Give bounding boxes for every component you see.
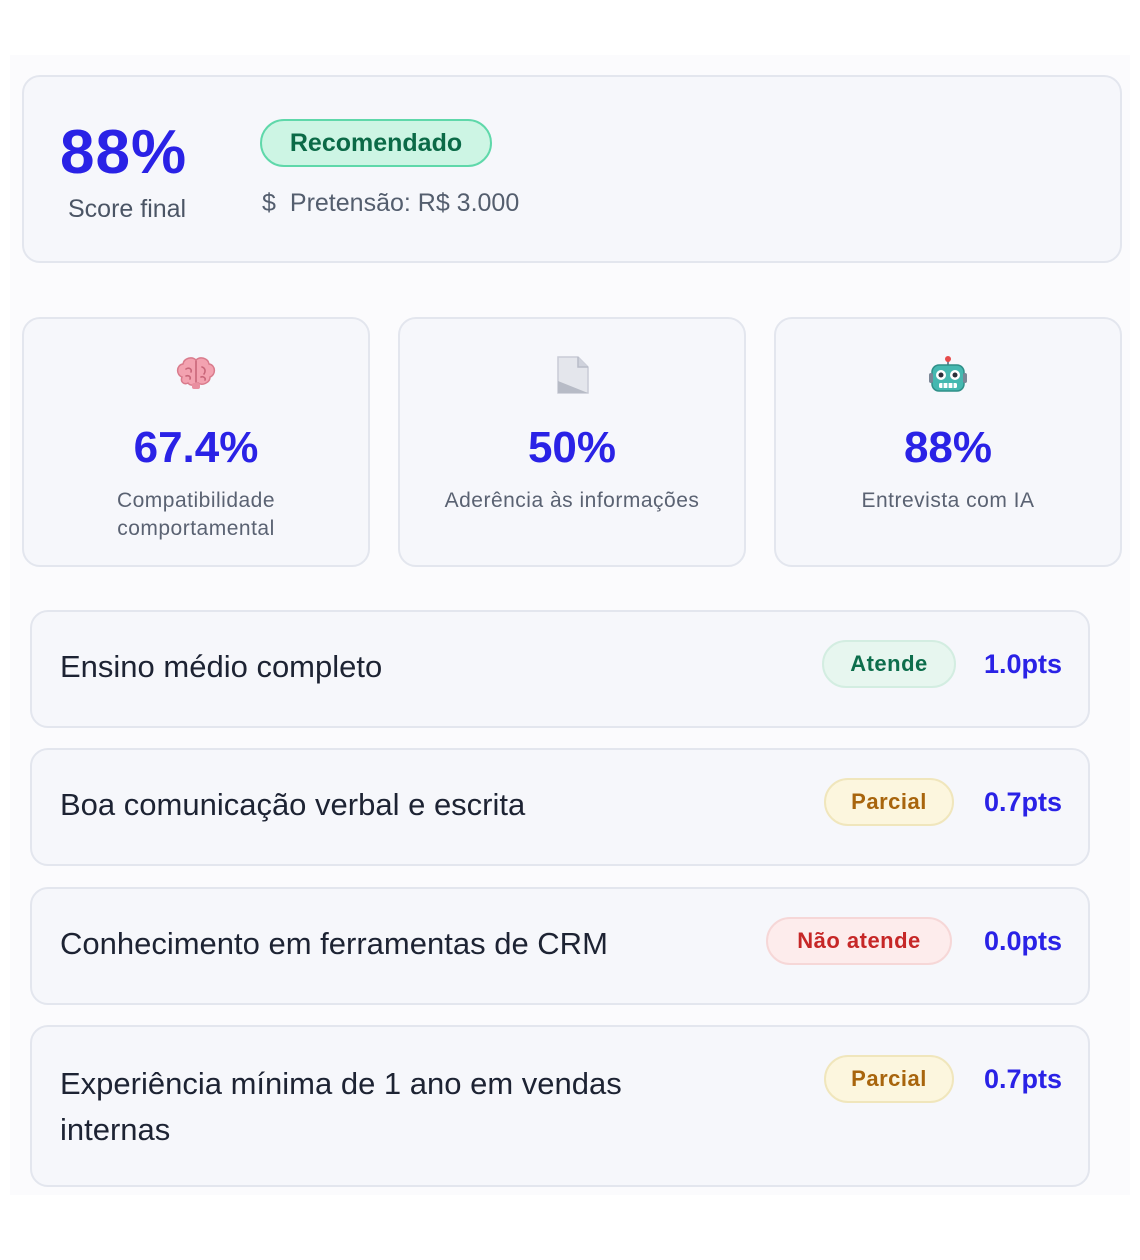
status-badge-parcial: Parcial [824, 778, 954, 826]
status-badge-parcial: Parcial [824, 1055, 954, 1103]
metric-label: Entrevista com IA [861, 489, 1035, 512]
dollar-icon: $ [262, 189, 276, 217]
metric-label: Compatibilidade comportamental [116, 489, 276, 540]
requirement-text: Experiência mínima de 1 ano em vendas in… [60, 1066, 622, 1147]
status-badge-atende: Atende [822, 640, 956, 688]
final-score-label: Score final [68, 195, 187, 223]
metric-value: 50% [527, 423, 617, 472]
document-icon [400, 355, 744, 395]
requirement-text: Ensino médio completo [60, 649, 383, 684]
metric-value: 67.4% [133, 423, 259, 472]
robot-icon [776, 355, 1120, 395]
requirement-points: 0.0pts [983, 925, 1062, 956]
requirement-points: 0.7pts [983, 786, 1062, 817]
requirement-text: Conhecimento em ferramentas de CRM [60, 926, 608, 961]
requirement-row: Boa comunicação verbal e escrita Parcial… [30, 748, 1090, 866]
metric-card-adherence: 50% Aderência às informações [398, 317, 746, 567]
final-score-value: 88% [60, 118, 188, 187]
brain-icon [24, 355, 368, 391]
requirement-text: Boa comunicação verbal e escrita [60, 787, 526, 822]
score-summary-card: 88% Score final Recomendado $ Pretensão:… [22, 75, 1122, 263]
status-badge-nao-atende: Não atende [766, 917, 952, 965]
metric-card-behavioral: 67.4% Compatibilidade comportamental [22, 317, 370, 567]
requirement-row: Experiência mínima de 1 ano em vendas in… [30, 1025, 1090, 1187]
salary-expectation-text: Pretensão: R$ 3.000 [289, 189, 520, 217]
metric-label: Aderência às informações [444, 489, 700, 512]
requirement-row: Ensino médio completo Atende 1.0pts [30, 610, 1090, 728]
metric-value: 88% [903, 423, 993, 472]
requirement-points: 0.7pts [983, 1063, 1062, 1094]
metric-card-ai-interview: 88% Entrevista com IA [774, 317, 1122, 567]
candidate-evaluation-panel: 88% Score final Recomendado $ Pretensão:… [10, 55, 1130, 1195]
requirement-row: Conhecimento em ferramentas de CRM Não a… [30, 887, 1090, 1005]
salary-expectation: $ Pretensão: R$ 3.000 [262, 189, 519, 218]
requirement-points: 1.0pts [983, 648, 1062, 679]
recommendation-badge: Recomendado [260, 119, 492, 167]
